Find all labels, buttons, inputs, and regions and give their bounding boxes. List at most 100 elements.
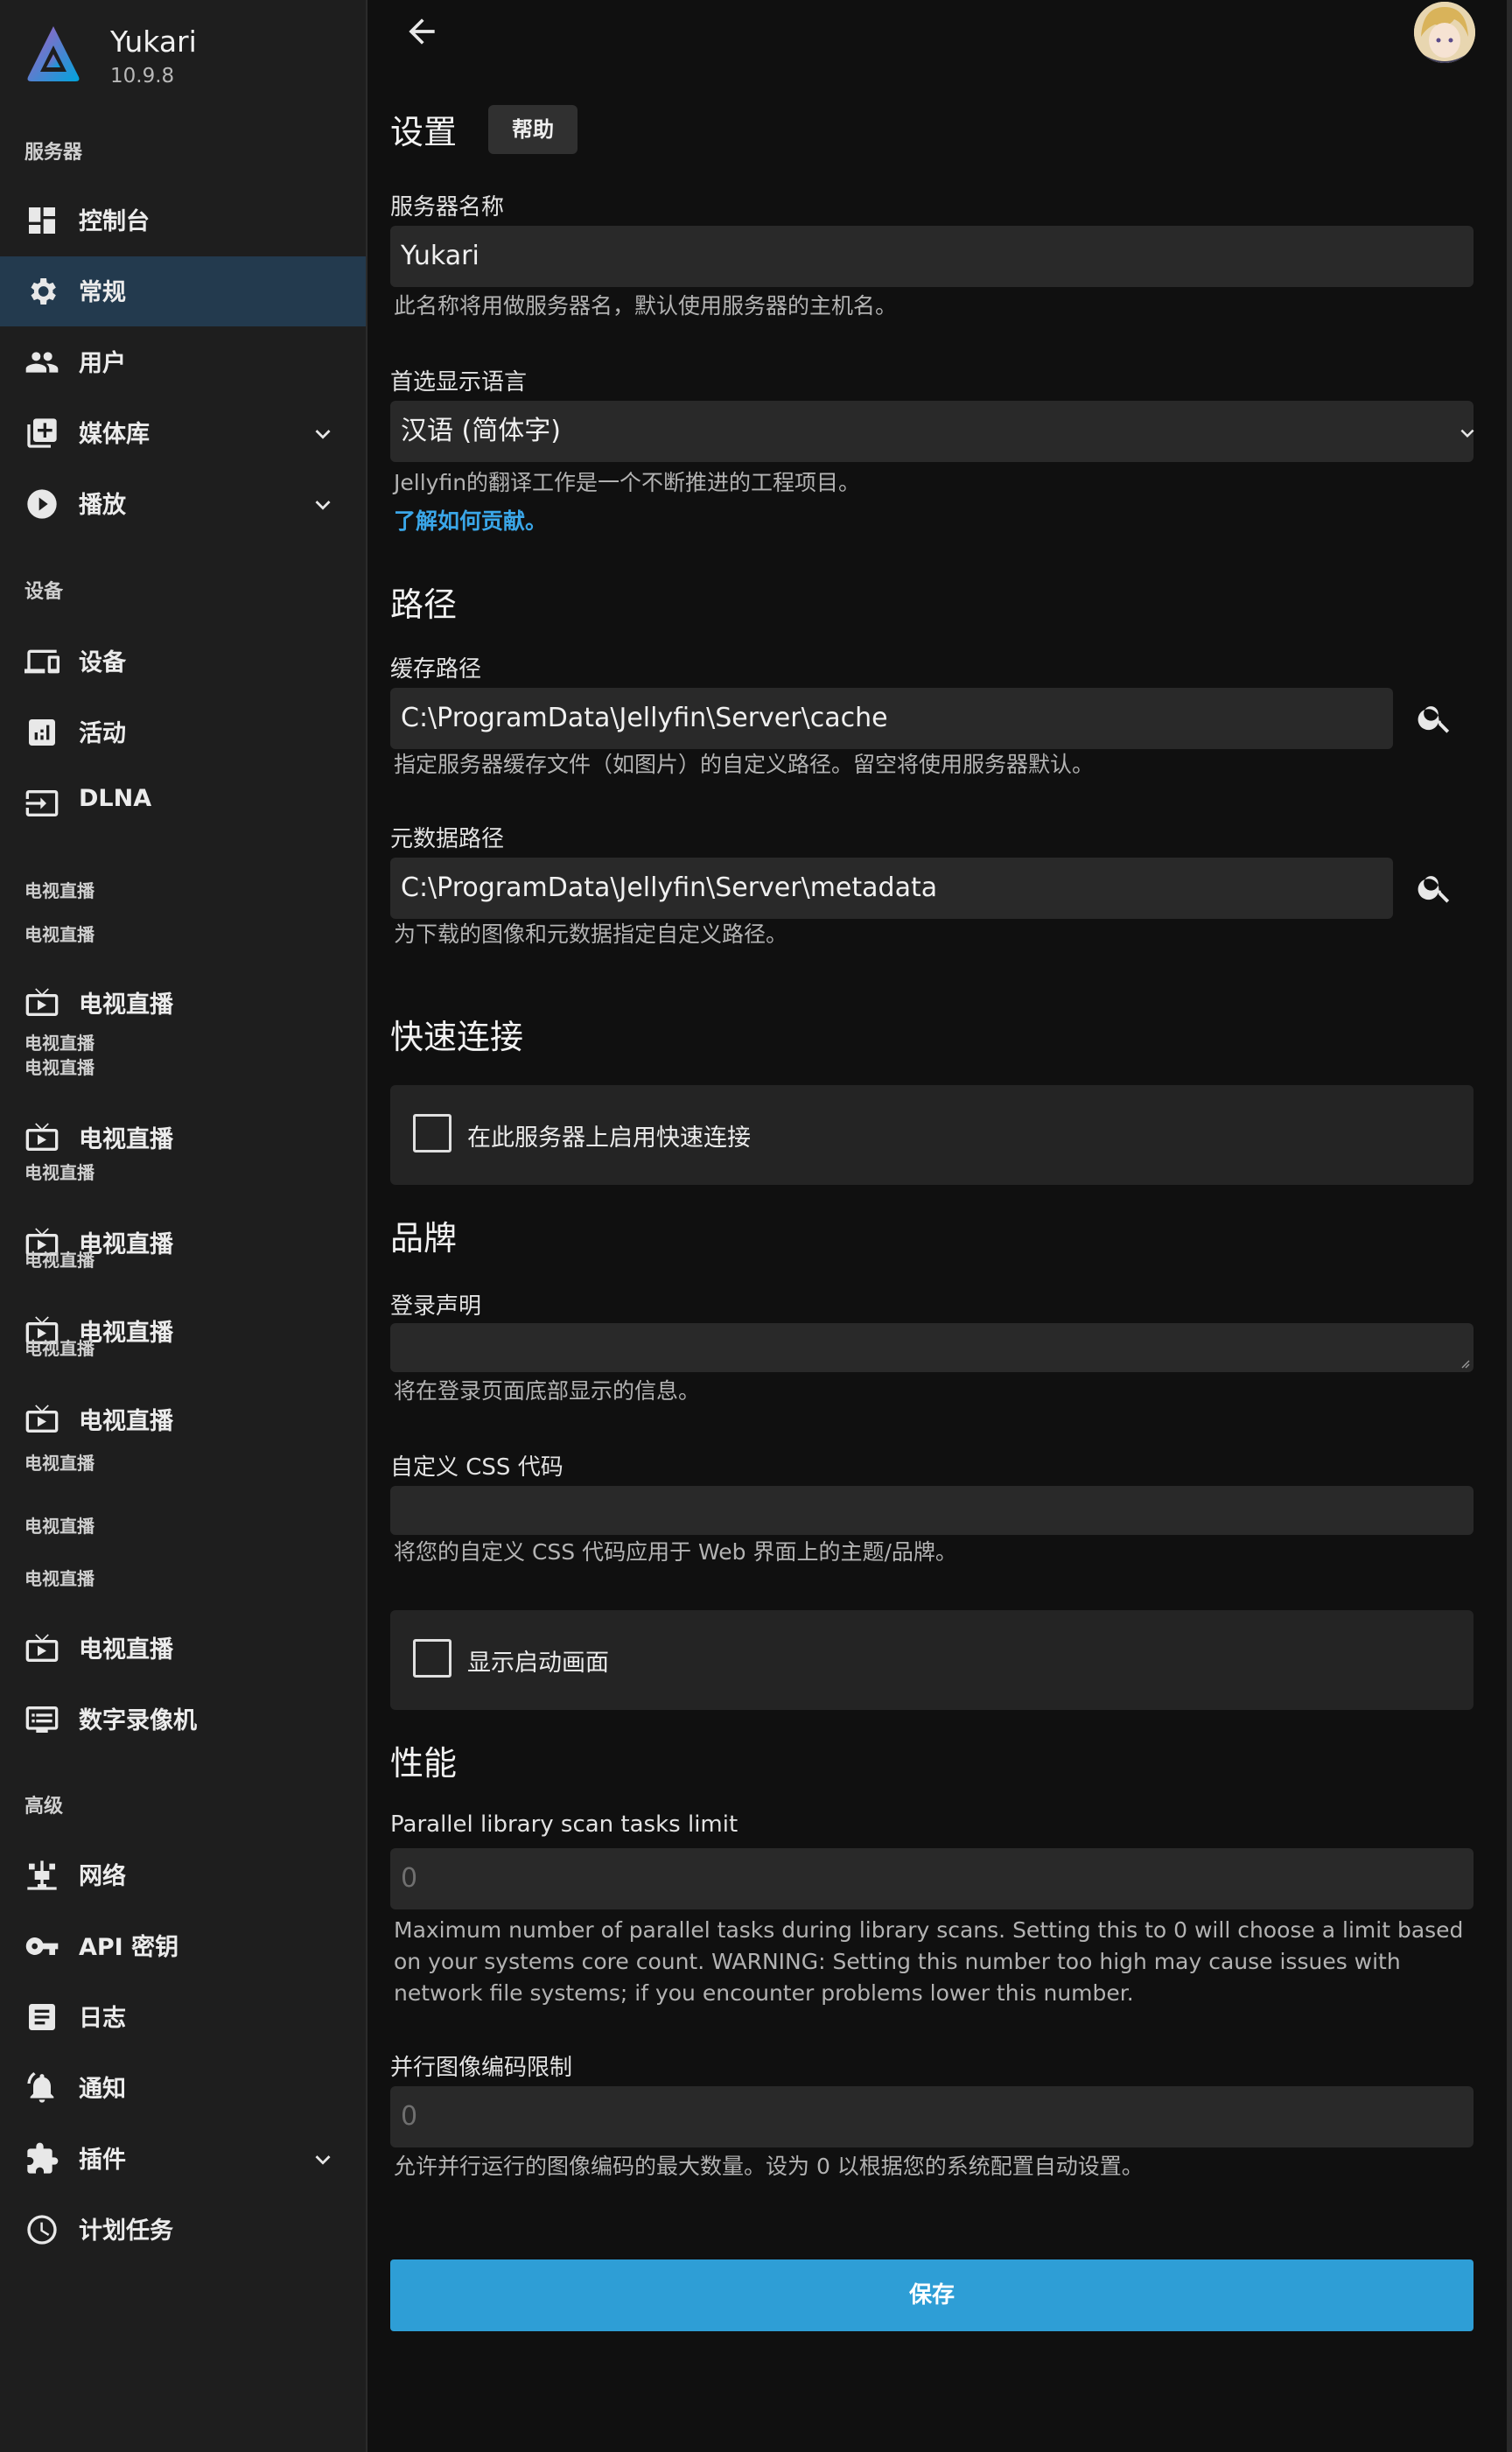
login-disclaimer-help: 将在登录页面底部显示的信息。 <box>394 1378 701 1404</box>
image-encode-label: 并行图像编码限制 <box>390 2055 573 2081</box>
document-icon <box>24 2000 60 2035</box>
chevron-down-icon[interactable] <box>308 2145 338 2175</box>
sidebar-item-network[interactable]: 网络 <box>0 1840 366 1910</box>
parallel-scan-input[interactable]: 0 <box>390 1848 1474 1909</box>
sidebar-item-label: 电视直播 <box>79 1126 173 1153</box>
sidebar-item-livetv-1[interactable]: 电视直播 <box>0 968 366 1029</box>
sidebar-item-libraries[interactable]: 媒体库 <box>0 398 366 468</box>
metadata-path-help: 为下载的图像和元数据指定自定义路径。 <box>394 921 788 947</box>
server-name: Yukari <box>110 25 197 59</box>
sidebar-item-sublabel: 电视直播 <box>24 1338 94 1359</box>
sidebar-item-label: 插件 <box>79 2147 126 2174</box>
quick-connect-checkbox-label: 在此服务器上启用快速连接 <box>467 1124 751 1152</box>
chart-icon <box>24 715 60 750</box>
sidebar-item-label: 电视直播 <box>79 1408 173 1435</box>
puzzle-icon <box>24 2141 60 2176</box>
user-avatar[interactable] <box>1414 2 1475 63</box>
quick-connect-checkbox[interactable] <box>413 1114 452 1152</box>
section-advanced: 高级 <box>24 1796 64 1818</box>
sidebar-item-sublabel: 电视直播 <box>24 1057 94 1078</box>
server-name-label: 服务器名称 <box>390 194 505 221</box>
sidebar-item-playback[interactable]: 播放 <box>0 469 366 539</box>
chevron-down-icon[interactable] <box>308 490 338 520</box>
notification-bell-icon <box>24 2070 60 2105</box>
sidebar-item-dvr[interactable]: 数字录像机 <box>0 1685 366 1755</box>
sidebar-item-scheduled-tasks[interactable]: 计划任务 <box>0 2195 366 2265</box>
sidebar-item-sublabel: 电视直播 <box>24 1033 94 1054</box>
play-circle-icon <box>24 487 60 522</box>
sidebar-item-label: 电视直播 <box>79 1636 173 1664</box>
section-livetv-header: 电视直播 <box>24 1516 94 1537</box>
login-disclaimer-textarea[interactable] <box>390 1323 1474 1372</box>
sidebar-item-label: 活动 <box>79 720 126 747</box>
sidebar-item-general[interactable]: 常规 <box>0 256 366 326</box>
sidebar-item-label: 电视直播 <box>79 991 173 1019</box>
language-select-value: 汉语 (简体字) <box>401 416 561 446</box>
back-arrow-icon[interactable] <box>402 12 441 51</box>
dvr-icon <box>24 1702 60 1737</box>
contribute-link[interactable]: 了解如何贡献。 <box>394 504 547 536</box>
section-title-branding: 品牌 <box>390 1219 458 1258</box>
chevron-down-icon[interactable] <box>308 419 338 449</box>
sidebar-item-label: 控制台 <box>79 208 150 235</box>
section-livetv-sub: 电视直播 <box>24 924 94 945</box>
sidebar-item-logs[interactable]: 日志 <box>0 1982 366 2052</box>
custom-css-help: 将您的自定义 CSS 代码应用于 Web 界面上的主题/品牌。 <box>394 1539 957 1565</box>
section-title-quick-connect: 快速连接 <box>390 1018 524 1056</box>
brand[interactable]: Yukari 10.9.8 <box>24 21 357 91</box>
sidebar-item-livetv-6[interactable]: 电视直播 <box>0 1614 366 1684</box>
metadata-path-input[interactable]: C:\ProgramData\Jellyfin\Server\metadata <box>390 858 1393 919</box>
image-encode-input[interactable]: 0 <box>390 2086 1474 2147</box>
sidebar-item-label: API 密钥 <box>79 1934 179 1961</box>
sidebar-item-label: 网络 <box>79 1863 126 1890</box>
sidebar-item-devices[interactable]: 设备 <box>0 627 366 697</box>
sidebar-item-sublabel: 电视直播 <box>24 1453 94 1474</box>
language-select[interactable]: 汉语 (简体字) <box>390 401 1474 462</box>
search-icon[interactable] <box>1416 868 1454 907</box>
sidebar-item-plugins[interactable]: 插件 <box>0 2124 366 2194</box>
jellyfin-logo-icon <box>24 23 82 84</box>
sidebar-item-api-keys[interactable]: API 密钥 <box>0 1911 366 1981</box>
sidebar-item-livetv-5[interactable]: 电视直播 <box>0 1384 366 1446</box>
splash-screen-row[interactable]: 显示启动画面 <box>390 1610 1474 1710</box>
tv-icon <box>24 1402 60 1437</box>
scrollbar[interactable] <box>1507 0 1512 2452</box>
language-label: 首选显示语言 <box>390 369 528 396</box>
sidebar-item-label: 设备 <box>79 649 126 676</box>
sidebar-item-notifications[interactable]: 通知 <box>0 2053 366 2123</box>
parallel-scan-label: Parallel library scan tasks limit <box>390 1811 738 1838</box>
sidebar-item-label: 媒体库 <box>79 421 150 448</box>
network-icon <box>24 1858 60 1893</box>
section-title-paths: 路径 <box>390 585 458 624</box>
sidebar-item-users[interactable]: 用户 <box>0 327 366 397</box>
search-icon[interactable] <box>1416 698 1454 737</box>
sidebar-item-activity[interactable]: 活动 <box>0 697 366 767</box>
library-add-icon <box>24 416 60 451</box>
tv-icon <box>24 985 60 1020</box>
sidebar-item-sublabel: 电视直播 <box>24 1162 94 1183</box>
custom-css-textarea[interactable] <box>390 1486 1474 1535</box>
sidebar-item-label: 通知 <box>79 2076 126 2103</box>
sidebar-item-dlna[interactable]: DLNA <box>0 768 366 838</box>
people-icon <box>24 345 60 380</box>
devices-icon <box>24 644 60 679</box>
sidebar-item-dashboard[interactable]: 控制台 <box>0 186 366 256</box>
sidebar-item-label: 数字录像机 <box>79 1707 197 1734</box>
dashboard-icon <box>24 203 60 238</box>
save-button[interactable]: 保存 <box>390 2259 1474 2331</box>
custom-css-label: 自定义 CSS 代码 <box>390 1454 564 1481</box>
resize-handle-icon[interactable] <box>1460 1358 1470 1369</box>
cache-path-input[interactable]: C:\ProgramData\Jellyfin\Server\cache <box>390 688 1393 749</box>
quick-connect-row[interactable]: 在此服务器上启用快速连接 <box>390 1085 1474 1185</box>
cache-path-label: 缓存路径 <box>390 656 482 683</box>
server-name-input[interactable]: Yukari <box>390 226 1474 287</box>
sidebar-item-label: 用户 <box>79 350 126 377</box>
help-button[interactable]: 帮助 <box>488 105 578 154</box>
clock-icon <box>24 2212 60 2247</box>
sidebar-item-label: 常规 <box>79 279 126 306</box>
image-encode-help: 允许并行运行的图像编码的最大数量。设为 0 以根据您的系统配置自动设置。 <box>394 2154 1144 2179</box>
main-content: 设置 帮助 服务器名称 Yukari 此名称将用做服务器名，默认使用服务器的主机… <box>368 0 1512 2452</box>
sidebar-item-livetv-2[interactable]: 电视直播 <box>0 1103 366 1164</box>
section-livetv: 电视直播 <box>24 880 94 901</box>
splash-screen-checkbox[interactable] <box>413 1639 452 1678</box>
